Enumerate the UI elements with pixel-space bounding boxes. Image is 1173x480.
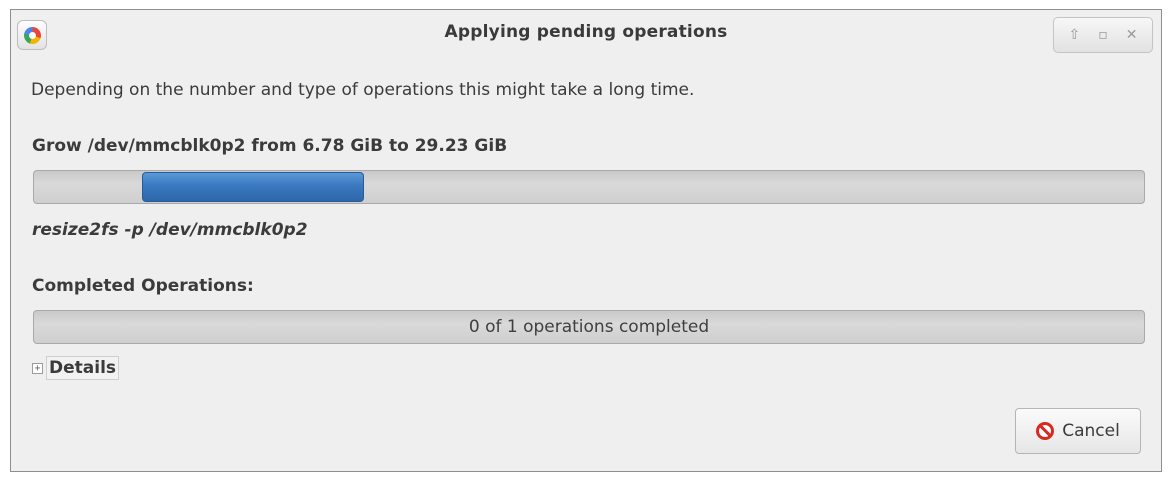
- restore-icon[interactable]: ⇧: [1062, 27, 1086, 43]
- title-bar[interactable]: Applying pending operations ⇧ ▫ ✕: [11, 10, 1161, 58]
- current-operation-progress-bar: [33, 170, 1145, 204]
- completed-operations-progress-bar: 0 of 1 operations completed: [33, 310, 1145, 344]
- description-text: Depending on the number and type of oper…: [31, 80, 695, 100]
- window-title: Applying pending operations: [444, 22, 728, 42]
- close-icon[interactable]: ✕: [1120, 27, 1144, 43]
- cancel-icon: [1036, 422, 1055, 440]
- current-command-text: resize2fs -p /dev/mmcblk0p2: [32, 220, 308, 240]
- details-label[interactable]: Details: [46, 356, 120, 380]
- completed-operations-progress-text: 0 of 1 operations completed: [468, 317, 710, 337]
- activity-pulse: [142, 172, 364, 202]
- cancel-label: Cancel: [1062, 421, 1120, 441]
- details-expander[interactable]: + Details: [32, 354, 120, 382]
- current-operation-label: Grow /dev/mmcblk0p2 from 6.78 GiB to 29.…: [32, 136, 508, 156]
- expand-plus-icon[interactable]: +: [32, 362, 43, 374]
- dialog-window: Applying pending operations ⇧ ▫ ✕ Depend…: [10, 9, 1162, 472]
- cancel-button[interactable]: Cancel: [1015, 408, 1141, 454]
- maximize-icon[interactable]: ▫: [1091, 27, 1115, 43]
- window-controls: ⇧ ▫ ✕: [1053, 17, 1153, 53]
- completed-operations-label: Completed Operations:: [32, 276, 254, 296]
